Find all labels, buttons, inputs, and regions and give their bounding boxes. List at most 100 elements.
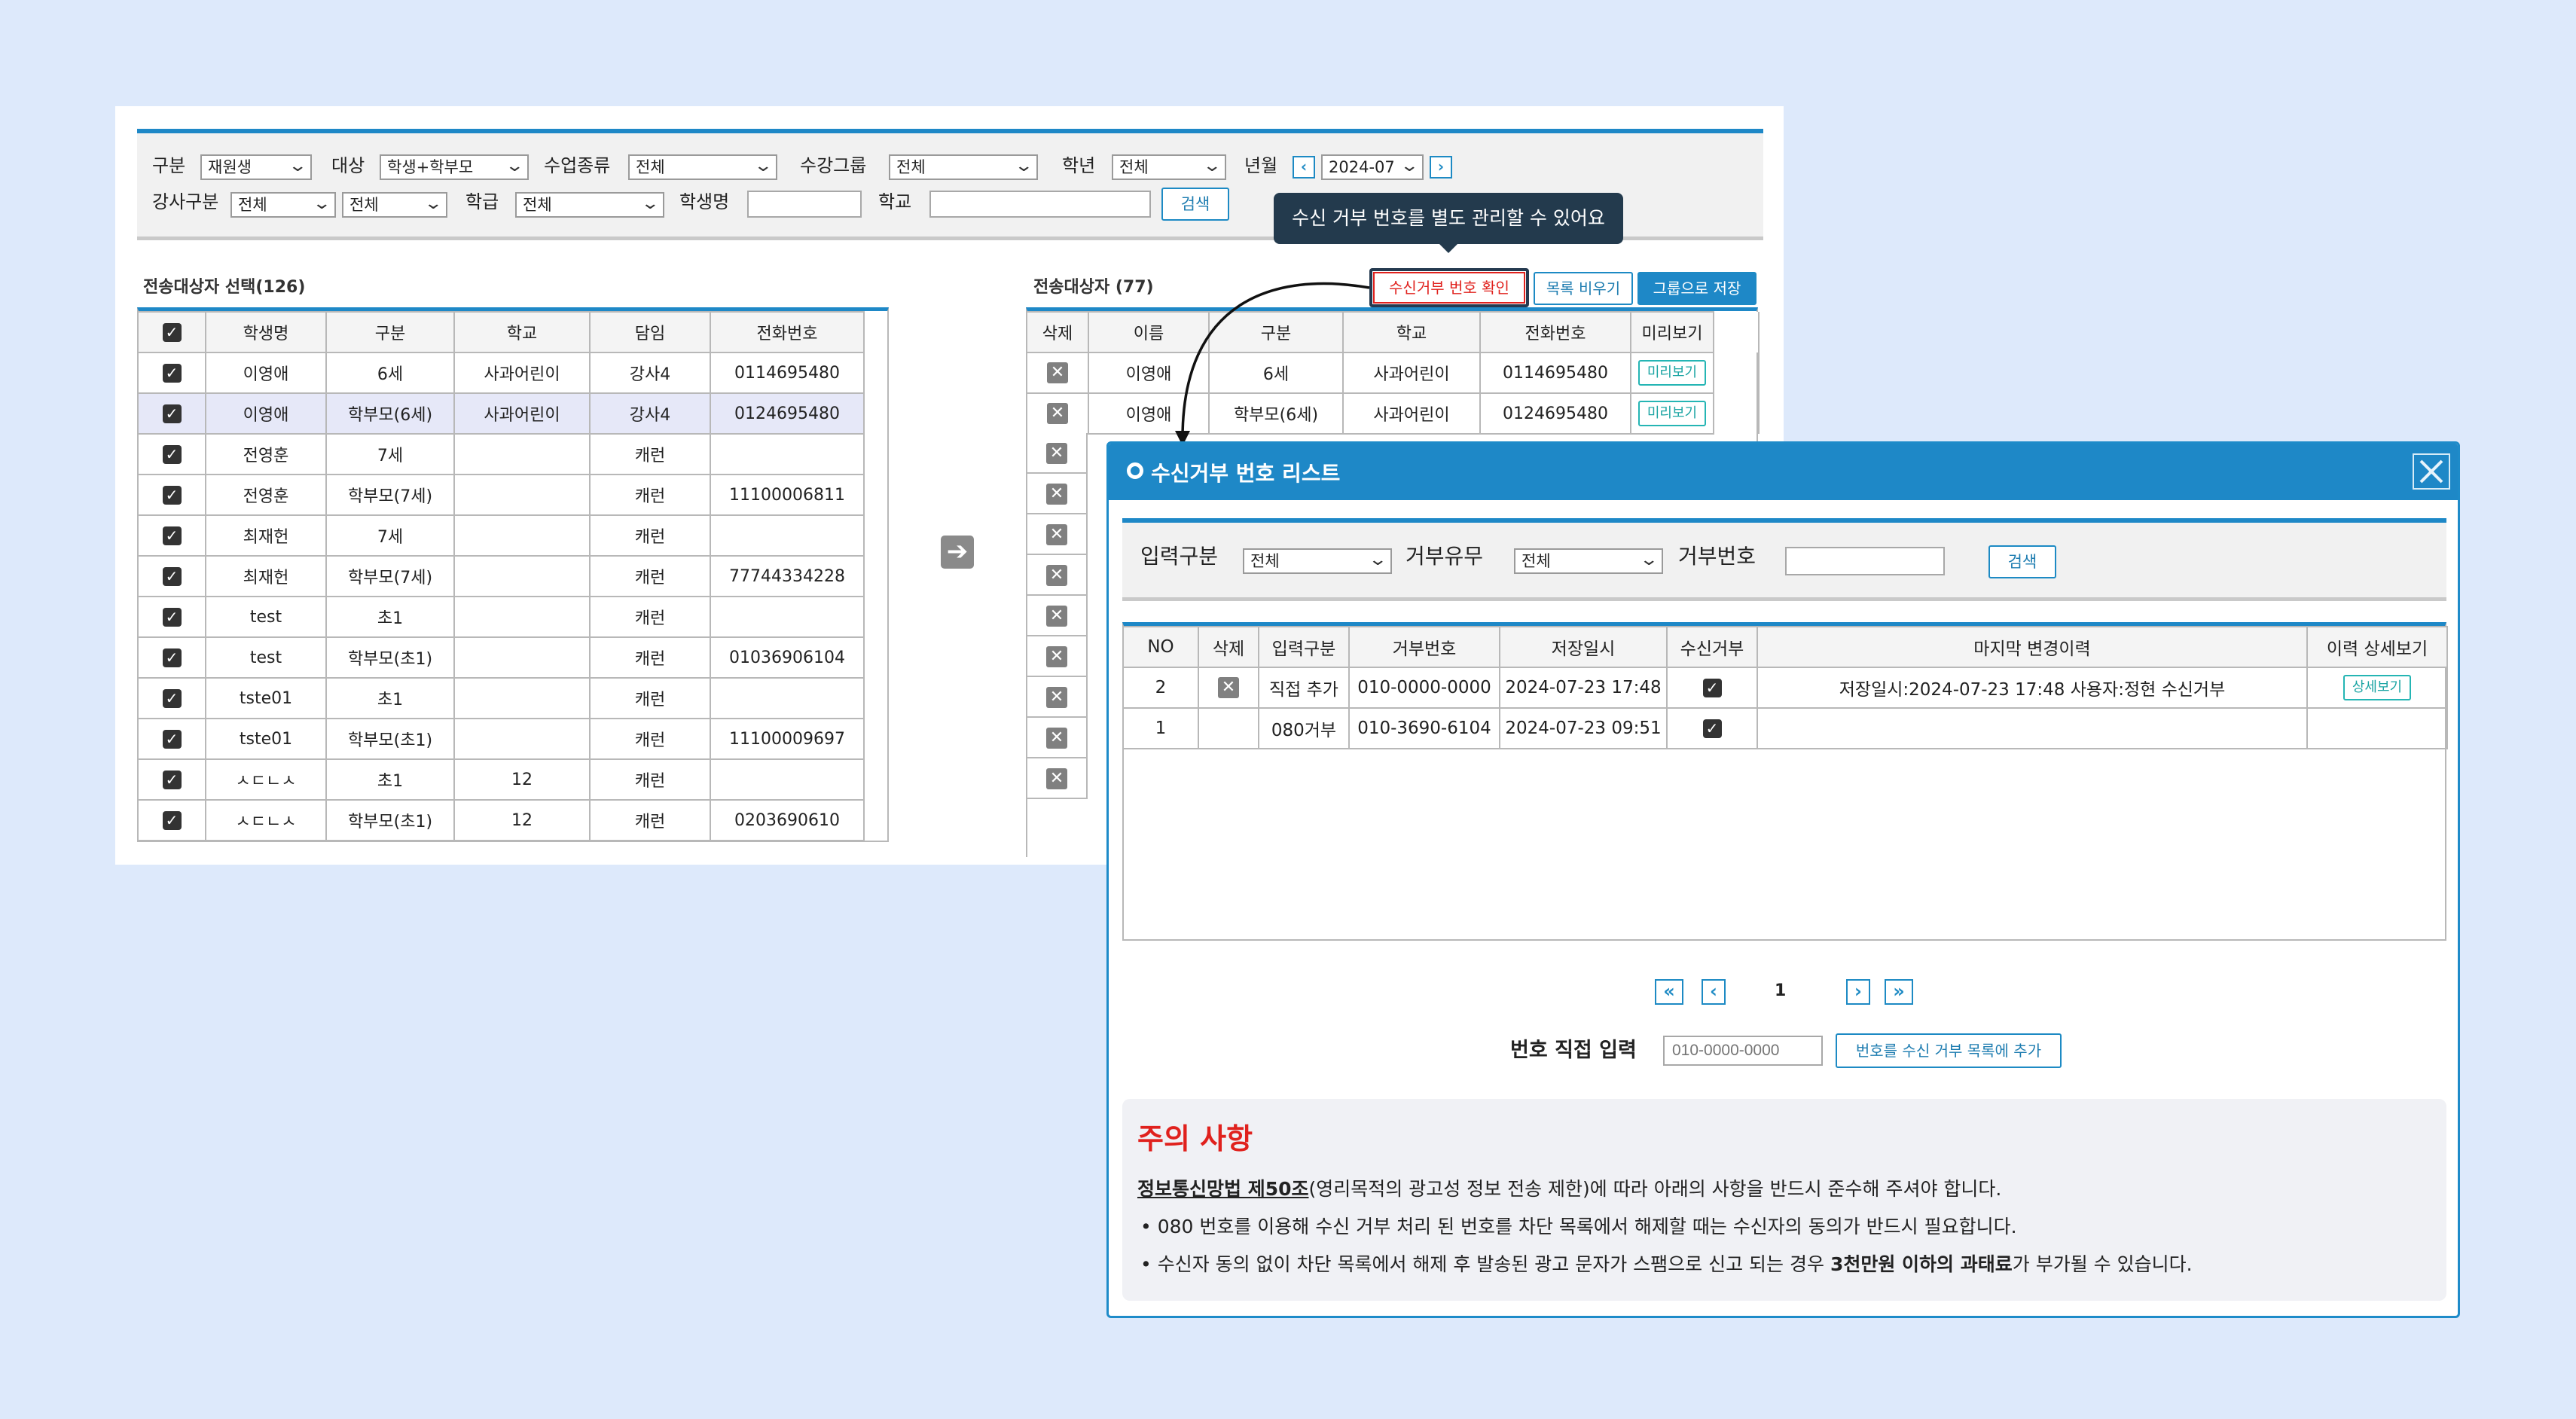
history-cell: 저장일시:2024-07-23 17:48 사용자:정현 수신거부 (1757, 667, 2308, 709)
class-select[interactable]: 전체 ⌄ (515, 192, 664, 218)
preview-button[interactable]: 미리보기 (1637, 360, 1707, 386)
chevron-down-icon: ⌄ (1201, 157, 1222, 175)
next-page-button[interactable]: › (1846, 979, 1870, 1005)
filter-label-teacher: 강사구분 (152, 191, 219, 212)
row-checkbox[interactable]: ✓ (162, 810, 182, 830)
delete-x-icon[interactable]: ✕ (1218, 677, 1239, 698)
table-row[interactable]: ✓ ㅅㄷㄴㅅ 초1 12 캐런 (137, 758, 865, 801)
add-to-reject-list-button[interactable]: 번호를 수신 거부 목록에 추가 (1836, 1033, 2062, 1068)
first-page-button[interactable]: « (1655, 979, 1683, 1005)
table-row[interactable]: ✓ 이영애 6세 사과어린이 강사4 0114695480 (137, 352, 865, 394)
current-page[interactable]: 1 (1775, 981, 1786, 1000)
row-checkbox[interactable]: ✓ (162, 688, 182, 708)
close-button[interactable] (2413, 453, 2450, 490)
table-row[interactable]: ✓ 전영훈 학부모(7세) 캐런 11100006811 (137, 474, 865, 516)
course-group-select[interactable]: 전체 ⌄ (889, 154, 1038, 180)
row-select-cell: ✓ (137, 758, 206, 801)
reject-status-select[interactable]: 전체 ⌄ (1514, 548, 1663, 574)
cell: 전영훈 (205, 474, 327, 516)
table-row[interactable]: ✓ 최재헌 7세 캐런 (137, 514, 865, 557)
delete-x-icon[interactable]: ✕ (1046, 605, 1067, 627)
prev-page-button[interactable]: ‹ (1702, 979, 1726, 1005)
cell: 초1 (325, 758, 455, 801)
row-checkbox[interactable]: ✓ (162, 648, 182, 667)
double-chevron-left-icon: « (1663, 981, 1675, 1002)
prev-month-button[interactable]: ‹ (1293, 156, 1315, 179)
school-input[interactable] (929, 191, 1151, 218)
delete-x-icon[interactable]: ✕ (1046, 523, 1067, 545)
input-type-value: 전체 (1250, 552, 1280, 570)
delete-cell (1198, 707, 1259, 749)
row-checkbox[interactable]: ✓ (162, 566, 182, 586)
target-value: 학생+학부모 (387, 158, 474, 176)
row-checkbox[interactable]: ✓ (162, 444, 182, 464)
last-page-button[interactable]: » (1885, 979, 1913, 1005)
row-select-cell: ✓ (137, 555, 206, 597)
delete-x-icon[interactable]: ✕ (1046, 686, 1067, 708)
filter-label-school: 학교 (878, 191, 912, 212)
teacher-select-2[interactable]: 전체 ⌄ (342, 192, 447, 218)
chevron-down-icon: ⌄ (1638, 551, 1659, 569)
table-row[interactable]: ✓ 전영훈 7세 캐런 (137, 433, 865, 475)
delete-cell: ✕ (1026, 596, 1088, 636)
modal-search-button[interactable]: 검색 (1988, 545, 2056, 578)
next-month-button[interactable]: › (1430, 156, 1452, 179)
input-type-select[interactable]: 전체 ⌄ (1243, 548, 1392, 574)
reject-number-check-button[interactable]: 수신거부 번호 확인 (1369, 268, 1529, 307)
row-checkbox[interactable]: ✓ (162, 363, 182, 383)
class-type-select[interactable]: 전체 ⌄ (628, 154, 777, 180)
detail-view-button[interactable]: 상세보기 (2343, 675, 2412, 700)
year-month-select[interactable]: 2024-07 ⌄ (1321, 154, 1424, 180)
select-all-checkbox[interactable]: ✓ (162, 322, 182, 342)
cell: 학부모(초1) (325, 636, 455, 679)
table-row[interactable]: ✓ 최재헌 학부모(7세) 캐런 77744334228 (137, 555, 865, 597)
table-row[interactable]: ✓ tste01 초1 캐런 (137, 677, 865, 719)
reject-checkbox[interactable]: ✓ (1702, 719, 1722, 738)
student-name-input[interactable] (747, 191, 862, 218)
row-select-cell: ✓ (137, 799, 206, 841)
modal-header: 수신거부 번호 리스트 (1109, 444, 2458, 500)
preview-button[interactable]: 미리보기 (1637, 401, 1707, 426)
category-select[interactable]: 재원생 ⌄ (200, 154, 312, 180)
delete-x-icon[interactable]: ✕ (1046, 483, 1067, 505)
transfer-arrow-button[interactable]: ➔ (941, 536, 974, 569)
row-checkbox[interactable]: ✓ (162, 729, 182, 749)
delete-x-icon[interactable]: ✕ (1046, 564, 1067, 586)
connector-arrow (1175, 282, 1370, 446)
cell (453, 677, 591, 719)
cell: 77744334228 (710, 555, 865, 597)
year-month-value: 2024-07 (1329, 158, 1395, 176)
target-select[interactable]: 학생+학부모 ⌄ (380, 154, 529, 180)
teacher-select-1[interactable]: 전체 ⌄ (230, 192, 336, 218)
save-as-group-button[interactable]: 그룹으로 저장 (1637, 272, 1757, 305)
table-row[interactable]: ✓ 이영애 학부모(6세) 사과어린이 강사4 0124695480 (137, 392, 865, 435)
delete-x-icon[interactable]: ✕ (1046, 442, 1067, 464)
delete-x-icon[interactable]: ✕ (1046, 727, 1067, 749)
table-row[interactable]: ✓ test 학부모(초1) 캐런 01036906104 (137, 636, 865, 679)
reject-checkbox[interactable]: ✓ (1702, 679, 1722, 697)
table-row[interactable]: ✓ ㅅㄷㄴㅅ 학부모(초1) 12 캐런 0203690610 (137, 799, 865, 841)
row-checkbox[interactable]: ✓ (162, 404, 182, 423)
delete-x-icon[interactable]: ✕ (1046, 645, 1067, 667)
search-button[interactable]: 검색 (1161, 188, 1229, 221)
table-row[interactable]: ✓ test 초1 캐런 (137, 596, 865, 638)
delete-x-icon[interactable]: ✕ (1046, 767, 1067, 789)
row-checkbox[interactable]: ✓ (162, 770, 182, 789)
row-select-cell: ✓ (137, 596, 206, 638)
grade-select[interactable]: 전체 ⌄ (1112, 154, 1226, 180)
modal-filter-bar: 입력구분 전체 ⌄ 거부유무 전체 ⌄ 거부번호 검색 (1122, 518, 2446, 601)
delete-x-icon[interactable]: ✕ (1047, 362, 1068, 383)
direct-number-input[interactable] (1663, 1036, 1823, 1066)
clear-list-button[interactable]: 목록 비우기 (1534, 272, 1633, 305)
row-checkbox[interactable]: ✓ (162, 526, 182, 545)
row-checkbox[interactable]: ✓ (162, 485, 182, 505)
reject-number-input[interactable] (1785, 547, 1945, 575)
delete-cell: ✕ (1026, 392, 1089, 435)
column-header: 거부번호 (1348, 626, 1500, 668)
right-table: 삭제 이름 구분 학교 전화번호 미리보기 ✕ 이영애 6세 사과어린이 0114695… (1026, 311, 1760, 435)
cell: 사과어린이 (453, 392, 591, 435)
column-header: NO (1122, 626, 1199, 668)
table-row[interactable]: ✓ tste01 학부모(초1) 캐런 11100009697 (137, 718, 865, 760)
delete-x-icon[interactable]: ✕ (1047, 403, 1068, 424)
row-checkbox[interactable]: ✓ (162, 607, 182, 627)
